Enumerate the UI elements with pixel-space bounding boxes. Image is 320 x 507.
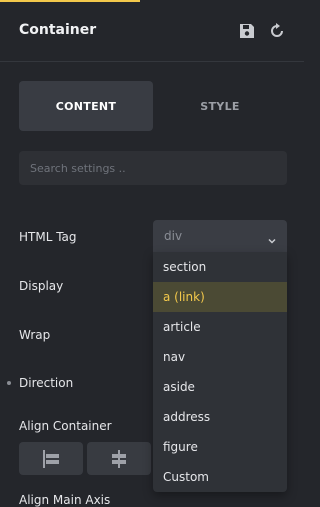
setting-indicator-dot: [7, 381, 11, 385]
option-article[interactable]: article: [153, 312, 287, 342]
align-left-icon: [43, 449, 59, 468]
option-a-link[interactable]: a (link): [153, 282, 287, 312]
option-section[interactable]: section: [153, 252, 287, 282]
tab-style[interactable]: STYLE: [153, 81, 287, 131]
align-center-icon: [112, 449, 126, 468]
align-main-axis-label: Align Main Axis: [19, 493, 111, 507]
html-tag-dropdown: section a (link) article nav aside addre…: [153, 252, 287, 492]
panel-title: Container: [19, 22, 97, 38]
wrap-label: Wrap: [19, 328, 51, 342]
align-center-button[interactable]: [87, 442, 151, 475]
refresh-icon[interactable]: [268, 22, 286, 40]
html-tag-label: HTML Tag: [19, 230, 77, 244]
align-left-button[interactable]: [19, 442, 83, 475]
align-container-label: Align Container: [19, 419, 112, 433]
option-nav[interactable]: nav: [153, 342, 287, 372]
search-input[interactable]: [19, 151, 287, 185]
direction-label: Direction: [19, 376, 74, 390]
option-aside[interactable]: aside: [153, 372, 287, 402]
option-address[interactable]: address: [153, 402, 287, 432]
option-figure[interactable]: figure: [153, 432, 287, 462]
tab-content[interactable]: CONTENT: [19, 81, 153, 131]
html-tag-value: div: [164, 229, 183, 243]
panel-header: Container: [0, 0, 304, 62]
tab-bar: CONTENT STYLE: [19, 81, 287, 131]
chevron-down-icon: [267, 231, 277, 244]
html-tag-select[interactable]: div: [153, 220, 287, 252]
display-label: Display: [19, 279, 64, 293]
save-icon[interactable]: [238, 22, 256, 40]
option-custom[interactable]: Custom: [153, 462, 287, 492]
